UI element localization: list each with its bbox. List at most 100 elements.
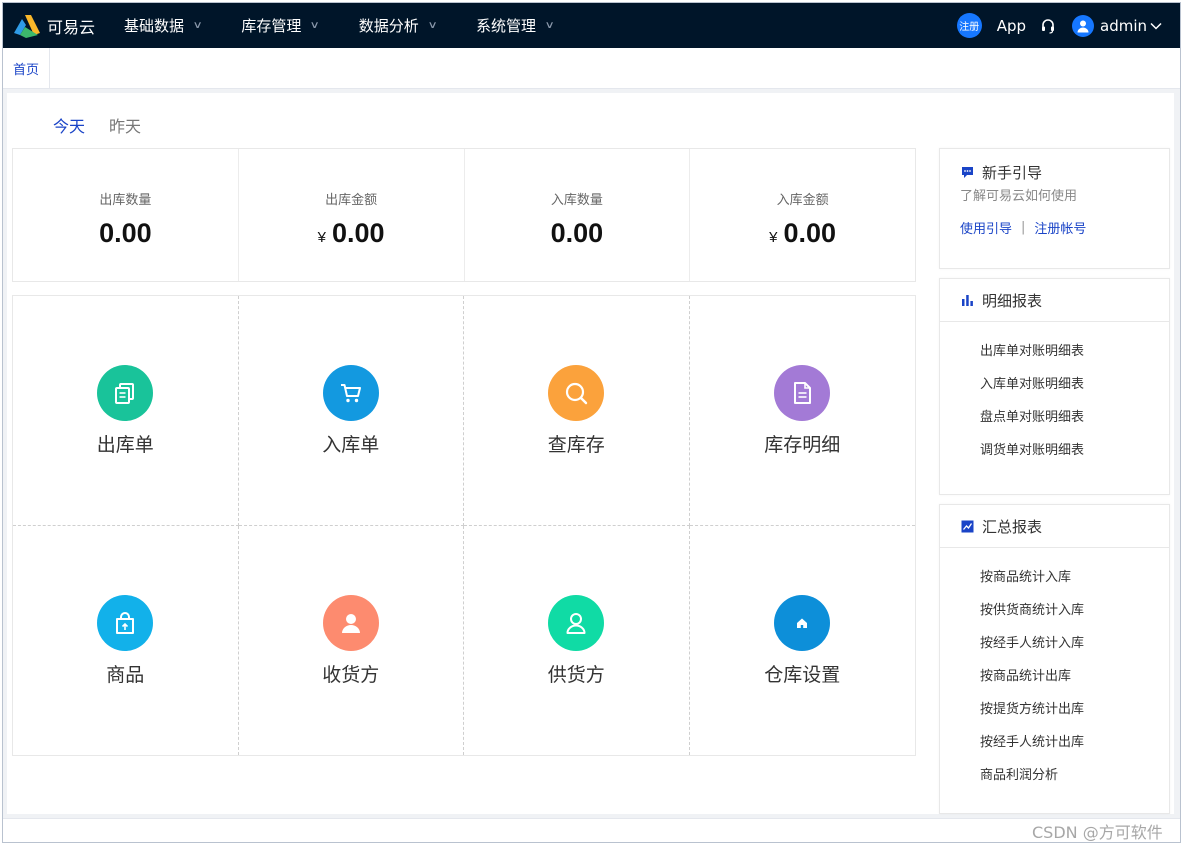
shortcut-label: 收货方 bbox=[322, 663, 380, 686]
shopping-bag-icon bbox=[97, 594, 154, 651]
tab-today[interactable]: 今天 bbox=[47, 113, 91, 137]
menu-label: 数据分析 bbox=[358, 17, 419, 35]
avatar bbox=[1072, 14, 1094, 37]
person-icon bbox=[322, 594, 379, 651]
search-icon bbox=[548, 365, 605, 421]
shortcut-label: 查库存 bbox=[547, 434, 605, 456]
stat-outbound-qty: 出库数量 0.00 bbox=[13, 149, 239, 281]
chevron-down-icon: ∨ bbox=[309, 20, 321, 31]
menu-system[interactable]: 系统管理 ∨ bbox=[476, 3, 555, 48]
shortcut-outbound-order[interactable]: 出库单 bbox=[13, 296, 239, 526]
copy-icon bbox=[97, 365, 154, 421]
user-icon bbox=[1077, 20, 1089, 32]
username: admin bbox=[1100, 16, 1147, 35]
detail-reports-panel: 明细报表 出库单对账明细表 入库单对账明细表 盘点单对账明细表 调货单对账明细表 bbox=[939, 278, 1170, 495]
document-icon bbox=[774, 365, 831, 421]
usage-guide-link[interactable]: 使用引导 bbox=[960, 218, 1012, 237]
shortcut-suppliers[interactable]: 供货方 bbox=[464, 525, 690, 755]
shortcut-stock-detail[interactable]: 库存明细 bbox=[689, 296, 915, 526]
shortcut-products[interactable]: 商品 bbox=[13, 525, 239, 755]
top-navbar: 可易云 基础数据 ∨ 库存管理 ∨ 数据分析 ∨ 系统管理 ∨ 注册 App a… bbox=[3, 3, 1180, 48]
stat-label: 出库金额 bbox=[325, 193, 378, 208]
shortcut-label: 出库单 bbox=[96, 434, 154, 456]
stat-value: 0.00 bbox=[550, 218, 604, 248]
menu-label: 基础数据 bbox=[124, 17, 185, 35]
report-link[interactable]: 按经手人统计出库 bbox=[940, 735, 1169, 768]
report-link[interactable]: 按提货方统计出库 bbox=[940, 702, 1169, 735]
link-separator: | bbox=[1021, 220, 1026, 235]
summary-reports-panel: 汇总报表 按商品统计入库 按供货商统计入库 按经手人统计入库 按商品统计出库 按… bbox=[939, 504, 1170, 814]
detail-report-list: 出库单对账明细表 入库单对账明细表 盘点单对账明细表 调货单对账明细表 bbox=[940, 322, 1169, 476]
shortcut-label: 商品 bbox=[106, 663, 145, 686]
currency-symbol: ¥ bbox=[769, 229, 778, 246]
report-link[interactable]: 按经手人统计入库 bbox=[940, 636, 1169, 669]
app-link[interactable]: App bbox=[997, 17, 1026, 35]
menu-label: 库存管理 bbox=[241, 17, 302, 35]
app-window: 可易云 基础数据 ∨ 库存管理 ∨ 数据分析 ∨ 系统管理 ∨ 注册 App a… bbox=[2, 2, 1181, 843]
summary-reports-header: 汇总报表 bbox=[940, 505, 1169, 547]
stat-inbound-amount: 入库金额 ¥0.00 bbox=[690, 149, 915, 281]
chevron-down-icon: ∨ bbox=[544, 20, 555, 31]
shortcut-inbound-order[interactable]: 入库单 bbox=[238, 296, 464, 526]
report-link[interactable]: 按商品统计入库 bbox=[940, 570, 1169, 603]
stat-value: ¥0.00 bbox=[317, 218, 385, 248]
bottom-bar bbox=[3, 818, 1180, 842]
shortcut-label: 入库单 bbox=[322, 434, 380, 456]
logo-icon bbox=[14, 14, 40, 38]
guide-title: 新手引导 bbox=[982, 163, 1043, 182]
chevron-down-icon bbox=[1150, 22, 1162, 30]
stat-label: 入库金额 bbox=[776, 193, 829, 208]
report-link[interactable]: 调货单对账明细表 bbox=[940, 443, 1169, 476]
detail-reports-header: 明细报表 bbox=[940, 279, 1169, 321]
day-tabs: 今天 昨天 bbox=[47, 113, 159, 137]
shortcut-label: 仓库设置 bbox=[764, 663, 841, 686]
register-badge[interactable]: 注册 bbox=[956, 13, 982, 38]
person-outline-icon bbox=[548, 594, 605, 651]
page-tabs-bar: 首页 bbox=[3, 48, 1180, 89]
stat-label: 入库数量 bbox=[550, 193, 603, 208]
watermark: CSDN @方可软件 bbox=[1032, 823, 1163, 842]
guide-panel: 新手引导 了解可易云如何使用 使用引导 | 注册帐号 bbox=[939, 148, 1170, 269]
report-link[interactable]: 出库单对账明细表 bbox=[940, 344, 1169, 377]
headset-icon[interactable] bbox=[1040, 18, 1056, 34]
report-link[interactable]: 按商品统计出库 bbox=[940, 669, 1169, 702]
menu-basic-data[interactable]: 基础数据 ∨ bbox=[124, 3, 203, 48]
summary-reports-title: 汇总报表 bbox=[982, 517, 1043, 536]
cart-icon bbox=[322, 365, 379, 421]
bar-chart-icon bbox=[962, 294, 973, 306]
chevron-down-icon: ∨ bbox=[427, 20, 438, 31]
menu-inventory[interactable]: 库存管理 ∨ bbox=[241, 3, 321, 48]
shortcut-label: 库存明细 bbox=[764, 434, 841, 456]
report-link[interactable]: 按供货商统计入库 bbox=[940, 603, 1169, 636]
report-link[interactable]: 商品利润分析 bbox=[940, 768, 1169, 801]
menu-analytics[interactable]: 数据分析 ∨ bbox=[358, 3, 438, 48]
app-logo[interactable]: 可易云 bbox=[12, 13, 124, 39]
stat-value: ¥0.00 bbox=[769, 218, 837, 248]
line-chart-icon bbox=[961, 520, 974, 532]
tab-yesterday[interactable]: 昨天 bbox=[103, 113, 147, 137]
summary-report-list: 按商品统计入库 按供货商统计入库 按经手人统计入库 按商品统计出库 按提货方统计… bbox=[940, 548, 1169, 801]
nav-right: 注册 App admin bbox=[956, 3, 1162, 48]
stats-card: 出库数量 0.00 出库金额 ¥0.00 入库数量 0.00 入库金额 ¥0.0… bbox=[12, 148, 916, 282]
shortcut-check-stock[interactable]: 查库存 bbox=[464, 296, 690, 526]
shortcut-grid: 出库单 入库单 查库存 库存明细 商品 收货方 供货方 仓库设置 bbox=[12, 295, 916, 756]
menu-label: 系统管理 bbox=[476, 17, 537, 35]
currency-symbol: ¥ bbox=[317, 229, 327, 246]
report-link[interactable]: 入库单对账明细表 bbox=[940, 377, 1169, 410]
user-menu[interactable]: admin bbox=[1072, 14, 1162, 37]
stat-label: 出库数量 bbox=[99, 193, 152, 208]
stat-inbound-qty: 入库数量 0.00 bbox=[465, 149, 691, 281]
home-icon bbox=[774, 594, 831, 651]
tab-home[interactable]: 首页 bbox=[3, 48, 50, 88]
report-link[interactable]: 盘点单对账明细表 bbox=[940, 410, 1169, 443]
register-account-link[interactable]: 注册帐号 bbox=[1034, 218, 1086, 237]
guide-header: 新手引导 bbox=[940, 159, 1169, 185]
stat-outbound-amount: 出库金额 ¥0.00 bbox=[239, 149, 465, 281]
guide-links: 使用引导 | 注册帐号 bbox=[940, 218, 1169, 237]
shortcut-label: 供货方 bbox=[547, 663, 605, 686]
app-name: 可易云 bbox=[47, 17, 96, 37]
shortcut-warehouse-settings[interactable]: 仓库设置 bbox=[690, 526, 916, 756]
chat-icon bbox=[962, 166, 973, 178]
shortcut-receivers[interactable]: 收货方 bbox=[239, 525, 464, 755]
detail-reports-title: 明细报表 bbox=[982, 291, 1043, 310]
